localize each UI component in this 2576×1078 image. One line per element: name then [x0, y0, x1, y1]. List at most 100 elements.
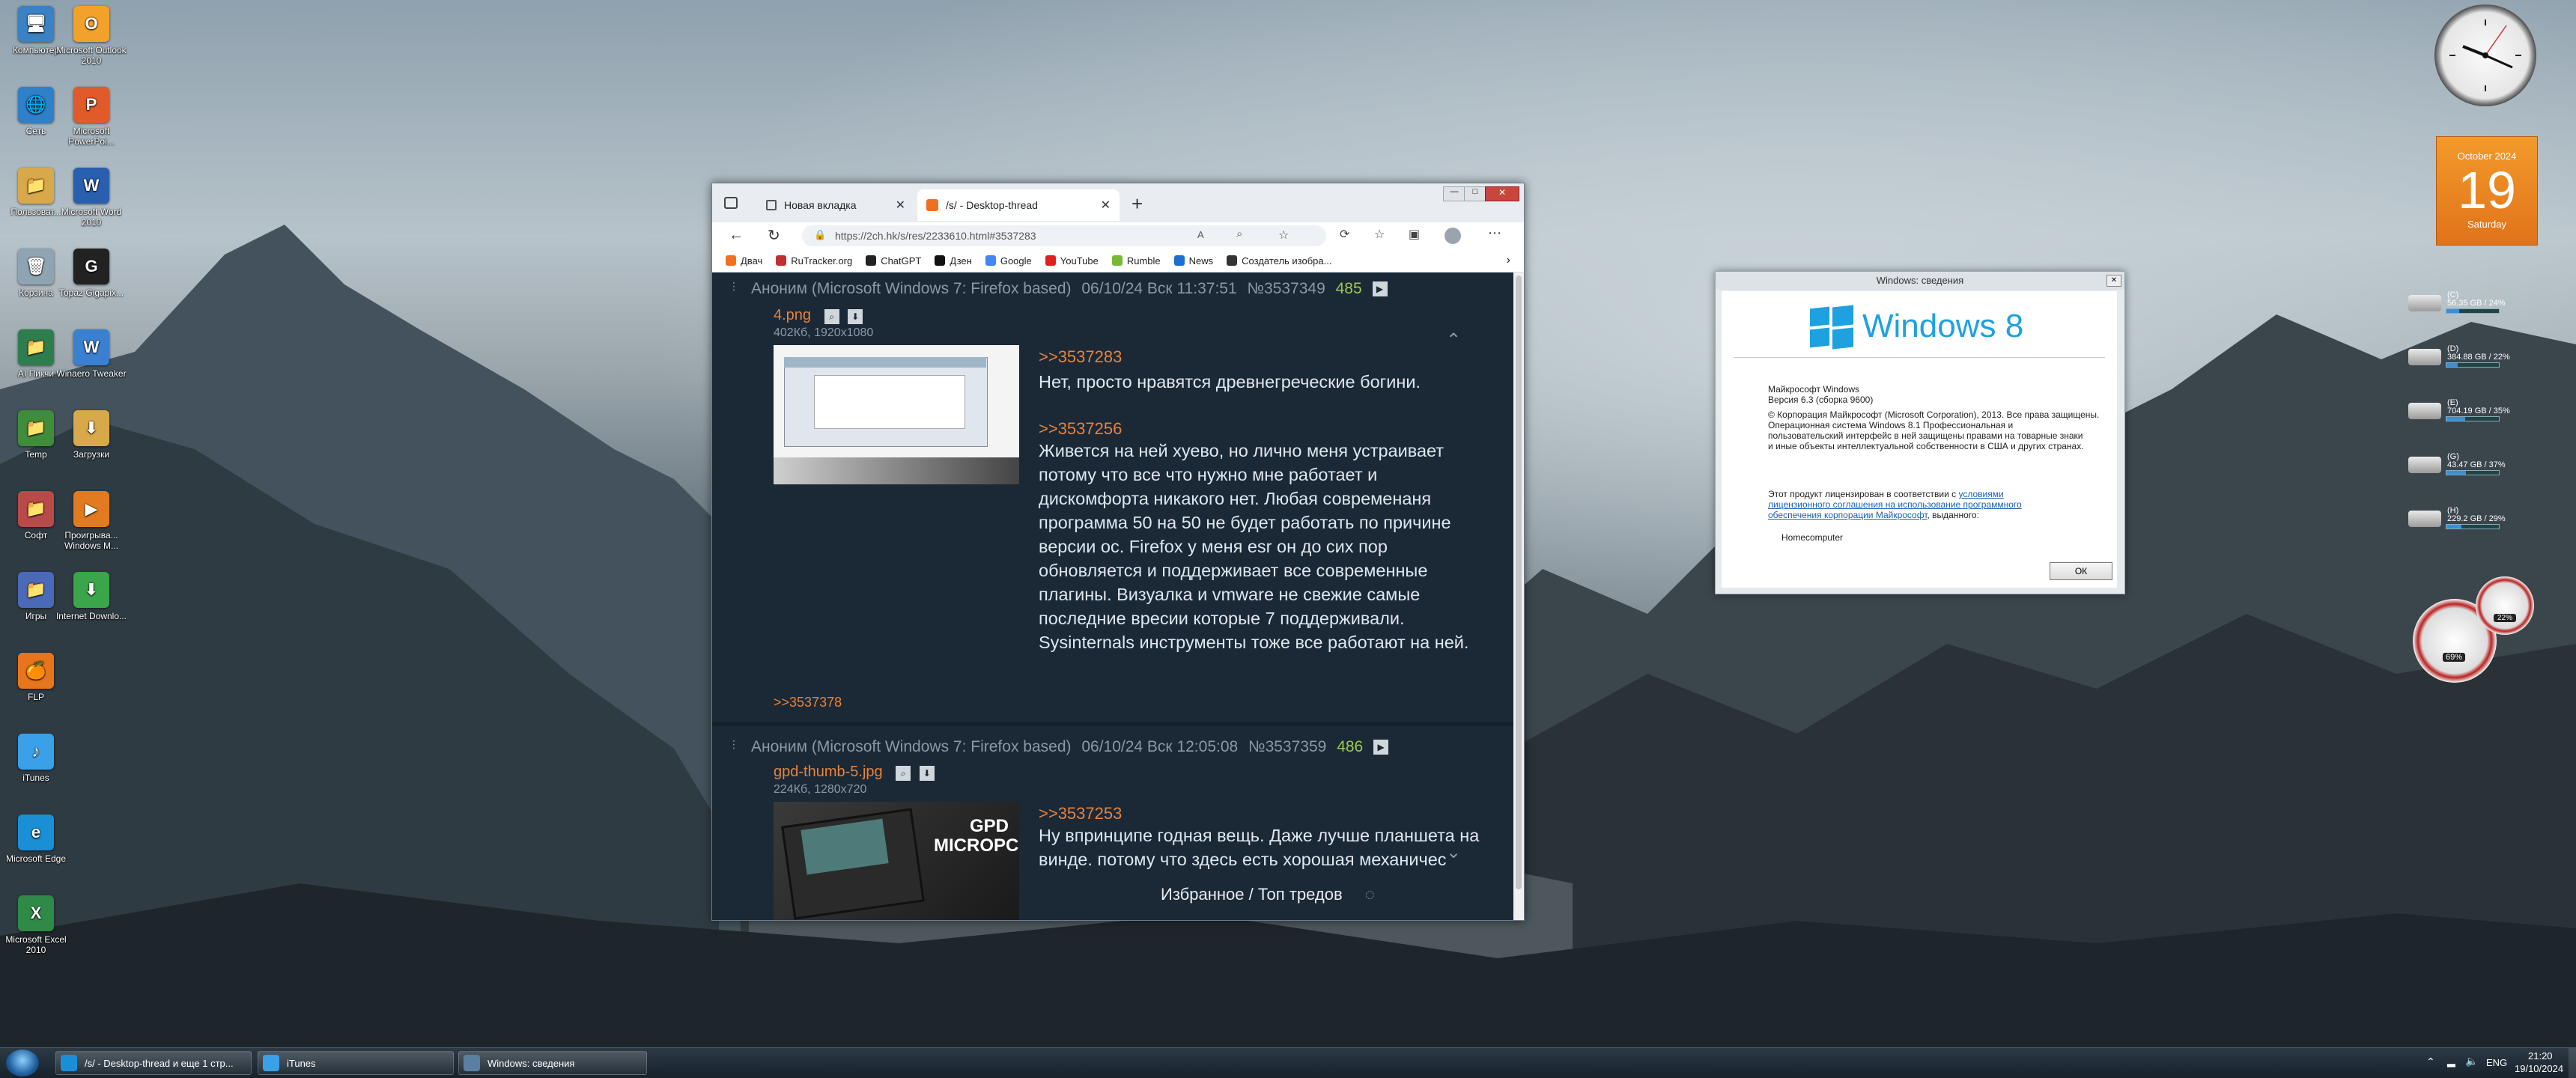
desktop-icon[interactable]: W Winaero Tweaker [55, 326, 127, 379]
bookmark-item[interactable]: Google [985, 255, 1032, 267]
tray-time[interactable]: 21:20 [2528, 1050, 2553, 1062]
maximize-button[interactable]: □ [1464, 186, 1486, 201]
bookmark-favicon-icon [985, 255, 996, 266]
drive-item[interactable]: (D) 384.88 GB / 22% [2408, 344, 2510, 374]
taskbar-button-about[interactable]: Windows: сведения [458, 1051, 647, 1075]
address-bar[interactable]: 🔒 https://2ch.hk/s/res/2233610.html#3537… [802, 225, 1326, 246]
taskbar-button-itunes[interactable]: iTunes [258, 1051, 454, 1075]
scroll-up-icon[interactable]: ⌃ [1446, 329, 1461, 351]
tray-expand-icon[interactable]: ⌃ [2426, 1056, 2435, 1068]
post-id[interactable]: №3537349 [1247, 280, 1325, 297]
browser-titlebar[interactable]: Новая вкладка ✕ /s/ - Desktop-thread ✕ +… [712, 183, 1524, 222]
close-icon[interactable]: ✕ [1101, 198, 1111, 213]
download-icon[interactable]: ⬇ [848, 309, 863, 324]
minimize-button[interactable]: — [1443, 186, 1465, 201]
bookmark-item[interactable]: News [1173, 255, 1213, 267]
tray-date[interactable]: 19/10/2024 [2515, 1063, 2563, 1074]
favorites-label[interactable]: Избранное / Топ тредов [1161, 885, 1343, 904]
desktop-icon[interactable]: G Topaz Gigapix... [55, 246, 127, 298]
search-image-icon[interactable]: ⌕ [824, 309, 839, 324]
collections-icon[interactable]: ▣ [1409, 227, 1420, 242]
drive-item[interactable]: (E) 704.19 GB / 35% [2408, 398, 2510, 428]
volume-icon[interactable]: 🔈 [2465, 1055, 2478, 1068]
desktop-icon[interactable]: e Microsoft Edge [0, 811, 72, 864]
app-icon: X [18, 895, 54, 931]
close-icon[interactable]: ✕ [896, 198, 905, 213]
new-tab-button[interactable]: + [1131, 192, 1143, 216]
license-link[interactable]: условиями [1958, 489, 2003, 499]
clock-gadget[interactable] [2434, 4, 2536, 106]
extensions-icon[interactable]: ⟳ [1340, 227, 1349, 242]
taskbar-button-browser[interactable]: /s/ - Desktop-thread и еще 1 стр... [55, 1051, 252, 1075]
backlink[interactable]: >>3537378 [774, 695, 842, 710]
page-scrollbar[interactable] [1513, 272, 1524, 920]
start-button[interactable] [6, 1050, 39, 1077]
bookmark-item[interactable]: Создатель изобра... [1227, 255, 1331, 267]
desktop-icon[interactable]: 🍊 FLP [0, 650, 72, 702]
about-windows-dialog[interactable]: Windows: сведения ✕ Windows 8 Майкрософт… [1715, 271, 2125, 594]
profile-avatar[interactable] [1445, 228, 1461, 244]
desktop-icon-label: iTunes [22, 773, 49, 783]
file-name[interactable]: 4.png ⌕ ⬇ [774, 307, 863, 324]
desktop-icon[interactable]: ♪ iTunes [0, 731, 72, 783]
favorites-bar[interactable]: Избранное / Топ тредов ◌ [1161, 885, 1375, 904]
desktop-icon[interactable]: ⬇ Загрузки [55, 407, 127, 460]
scroll-down-icon[interactable]: ⌄ [1446, 841, 1461, 863]
zoom-icon[interactable]: ⌕ [1236, 228, 1242, 240]
dialog-close-button[interactable]: ✕ [2106, 275, 2121, 287]
more-menu-icon[interactable]: ⋯ [1488, 225, 1501, 241]
favorites-icon[interactable]: ☆ [1374, 227, 1385, 242]
favorite-star-icon[interactable]: ☆ [1278, 228, 1289, 243]
bookmark-item[interactable]: ChatGPT [866, 255, 921, 267]
drive-usage-bar [2446, 470, 2500, 475]
ram-meter-value: 22% [2494, 614, 2516, 622]
file-name-text[interactable]: gpd-thumb-5.jpg [774, 764, 883, 780]
refresh-icon[interactable]: ↻ [768, 226, 780, 245]
language-indicator[interactable]: ENG [2486, 1057, 2507, 1068]
bookmark-item[interactable]: YouTube [1045, 255, 1099, 267]
post-menu-icon[interactable]: ⋮ [729, 280, 739, 293]
bookmark-item[interactable]: Rumble [1111, 255, 1161, 267]
ram-meter-gadget[interactable]: 22% [2476, 576, 2534, 635]
desktop-icon[interactable]: X Microsoft Excel 2010 [0, 892, 72, 955]
drive-item[interactable]: (C) 56.35 GB / 24% [2408, 290, 2506, 320]
file-name[interactable]: gpd-thumb-5.jpg ⌕ ⬇ [774, 764, 935, 781]
reply-link[interactable]: >>3537253 [1039, 804, 1122, 823]
drive-item[interactable]: (G) 43.47 GB / 37% [2408, 452, 2506, 482]
post-thumbnail[interactable] [774, 345, 1019, 484]
bookmark-item[interactable]: Двач [726, 255, 762, 267]
back-icon[interactable]: ← [729, 227, 744, 244]
post-author: Аноним (Microsoft Windows 7: Firefox bas… [751, 280, 1072, 297]
show-desktop-button[interactable] [2569, 1048, 2576, 1078]
tab-actions-icon[interactable] [724, 197, 738, 209]
reply-link[interactable]: >>3537256 [1039, 419, 1122, 439]
close-window-button[interactable]: ✕ [1485, 186, 1519, 201]
license-link[interactable]: обеспечения корпорации Майкрософт [1768, 510, 1928, 520]
license-link[interactable]: лицензионного соглашения на использовани… [1768, 499, 2022, 510]
desktop-icon[interactable]: O Microsoft Outlook 2010 [55, 3, 127, 66]
bookmark-item[interactable]: Дзен [935, 255, 972, 267]
desktop-icon[interactable]: P Microsoft PowerPoi... [55, 84, 127, 147]
post-id[interactable]: №3537359 [1248, 738, 1326, 755]
download-icon[interactable]: ⬇ [919, 766, 935, 781]
desktop-icon[interactable]: W Microsoft Word 2010 [55, 165, 127, 228]
play-icon[interactable]: ▶ [1372, 281, 1388, 297]
bookmarks-overflow-icon[interactable]: › [1507, 254, 1510, 267]
network-icon[interactable]: ▂ [2447, 1055, 2455, 1068]
reply-link[interactable]: >>3537283 [1039, 347, 1122, 367]
file-name-text[interactable]: 4.png [774, 307, 811, 323]
search-image-icon[interactable]: ⌕ [896, 766, 911, 781]
read-aloud-icon[interactable]: A [1197, 229, 1204, 240]
browser-window[interactable]: Новая вкладка ✕ /s/ - Desktop-thread ✕ +… [711, 183, 1525, 921]
tab-desktop-thread[interactable]: /s/ - Desktop-thread ✕ [917, 189, 1120, 221]
post-thumbnail[interactable]: GPD MICROPC [774, 802, 1019, 920]
bookmark-item[interactable]: RuTracker.org [776, 255, 852, 267]
desktop-icon[interactable]: ▶ Проигрыва... Windows M... [55, 488, 127, 551]
play-icon[interactable]: ▶ [1373, 740, 1389, 755]
calendar-gadget[interactable]: October 2024 19 Saturday [2436, 136, 2538, 246]
ok-button[interactable]: ОК [2050, 562, 2112, 580]
drive-item[interactable]: (H) 229.2 GB / 29% [2408, 506, 2506, 536]
tab-new-tab[interactable]: Новая вкладка ✕ [757, 189, 914, 221]
post-menu-icon[interactable]: ⋮ [729, 738, 739, 751]
desktop-icon[interactable]: ⬇ Internet Downlo... [55, 569, 127, 621]
